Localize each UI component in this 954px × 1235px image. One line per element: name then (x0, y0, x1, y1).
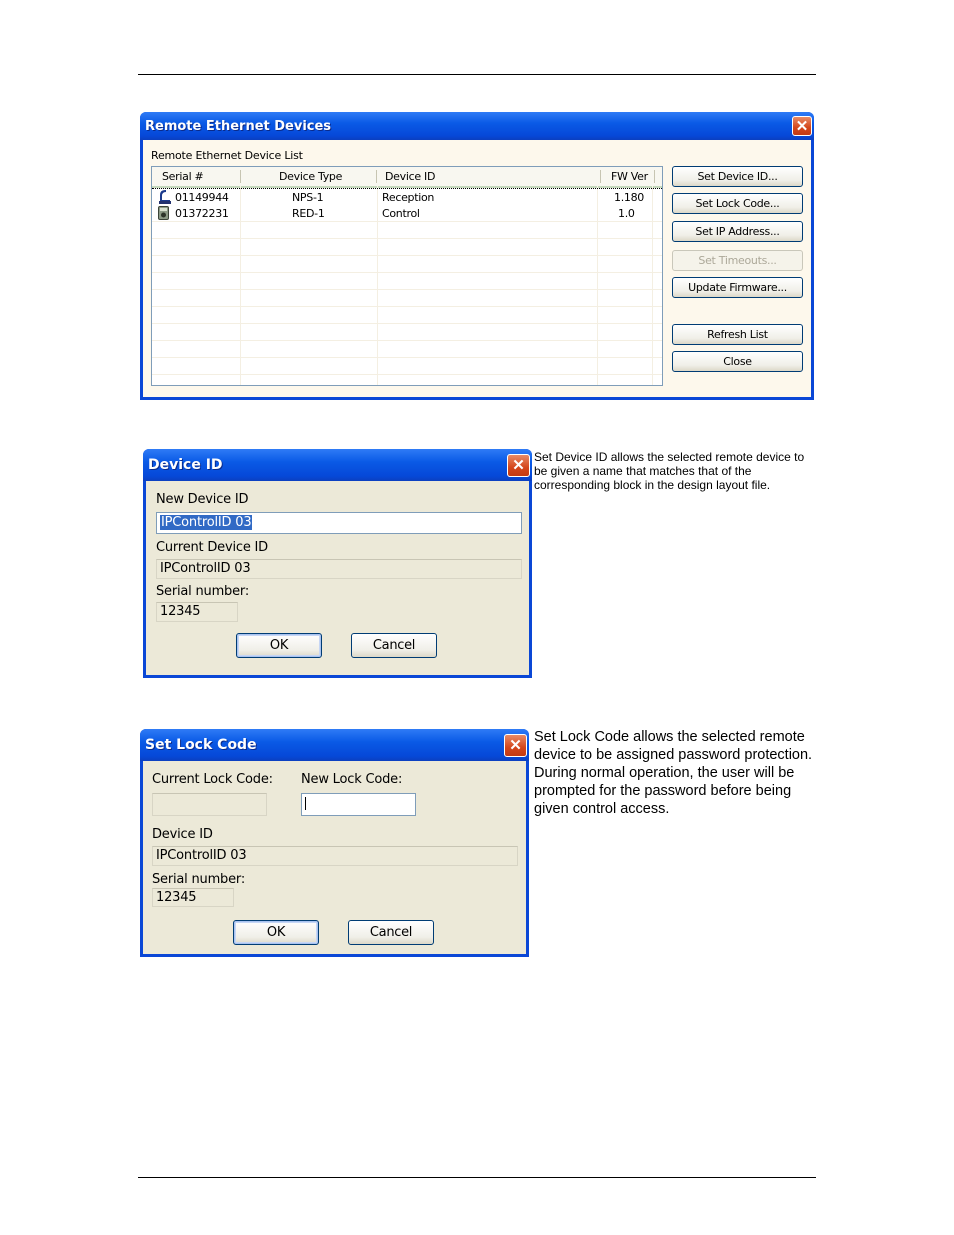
serial-number-label: Serial number: (156, 584, 250, 599)
cell-device-type: NPS-1 (292, 191, 324, 204)
column-header-device-id[interactable]: Device ID (385, 170, 435, 183)
device-list-label: Remote Ethernet Device List (151, 149, 303, 162)
set-ip-address-button[interactable]: Set IP Address... (672, 221, 803, 242)
column-separator[interactable] (654, 170, 655, 183)
dialog-client: Current Lock Code: New Lock Code: Device… (143, 761, 526, 954)
cell-serial: 01149944 (175, 191, 229, 204)
lock-code-description: Set Lock Code allows the selected remote… (534, 729, 813, 817)
close-icon[interactable]: ✕ (504, 733, 527, 757)
ok-button[interactable]: OK (236, 633, 322, 658)
new-device-id-label: New Device ID (156, 492, 249, 507)
nps-device-icon (157, 189, 171, 204)
close-icon[interactable]: ✕ (792, 116, 812, 136)
table-row[interactable]: 01372231 RED-1 Control 1.0 (152, 205, 662, 222)
ok-button[interactable]: OK (233, 920, 319, 945)
grid-line (152, 272, 662, 273)
set-lock-code-dialog: Set Lock Code ✕ Current Lock Code: New L… (140, 729, 529, 957)
column-header-fw-ver[interactable]: FW Ver (611, 170, 648, 183)
update-firmware-button[interactable]: Update Firmware... (672, 277, 803, 298)
header-rule (138, 74, 816, 75)
grid-line (152, 323, 662, 324)
set-timeouts-button: Set Timeouts... (672, 250, 803, 271)
set-lock-code-button[interactable]: Set Lock Code... (672, 193, 803, 214)
device-id-dialog: Device ID ✕ New Device ID IPControlID 03… (143, 449, 532, 678)
set-device-id-button[interactable]: Set Device ID... (672, 166, 803, 187)
cancel-button[interactable]: Cancel (348, 920, 434, 945)
list-header: Serial # Device Type Device ID FW Ver (152, 167, 662, 188)
cell-device-type: RED-1 (292, 207, 325, 220)
new-lock-code-input[interactable] (301, 793, 416, 816)
serial-number-field: 12345 (152, 888, 234, 907)
grid-line (152, 374, 662, 375)
close-icon[interactable]: ✕ (507, 453, 530, 477)
column-header-serial[interactable]: Serial # (162, 170, 204, 183)
selected-text: IPControlID 03 (160, 515, 253, 530)
new-device-id-input[interactable]: IPControlID 03 (156, 512, 522, 534)
serial-number-field: 12345 (156, 602, 238, 622)
grid-line (152, 289, 662, 290)
cell-fw-ver: 1.0 (618, 207, 635, 220)
device-id-label: Device ID (152, 827, 213, 842)
current-device-id-field: IPControlID 03 (156, 559, 522, 579)
grid-line (152, 306, 662, 307)
device-id-field: IPControlID 03 (152, 846, 518, 866)
dialog-client: New Device ID IPControlID 03 Current Dev… (146, 481, 529, 675)
current-lock-code-label: Current Lock Code: (152, 772, 273, 787)
title-bar: Set Lock Code ✕ (140, 729, 529, 761)
grid-line (152, 357, 662, 358)
window-client: Remote Ethernet Device List Serial # Dev… (143, 140, 811, 397)
serial-number-label: Serial number: (152, 872, 246, 887)
column-separator[interactable] (376, 170, 377, 183)
current-device-id-label: Current Device ID (156, 540, 268, 555)
remote-ethernet-devices-window: Remote Ethernet Devices ✕ Remote Etherne… (140, 112, 814, 400)
dialog-title: Device ID (148, 457, 223, 473)
device-id-description: Set Device ID allows the selected remote… (534, 450, 805, 492)
new-lock-code-label: New Lock Code: (301, 772, 403, 787)
window-title: Remote Ethernet Devices (145, 118, 332, 134)
current-lock-code-field (152, 793, 267, 816)
close-button[interactable]: Close (672, 351, 803, 372)
cancel-button[interactable]: Cancel (351, 633, 437, 658)
table-row[interactable]: 01149944 NPS-1 Reception 1.180 (152, 188, 662, 206)
footer-rule (138, 1177, 816, 1178)
cell-serial: 01372231 (175, 207, 229, 220)
title-bar: Device ID ✕ (143, 449, 532, 481)
title-bar: Remote Ethernet Devices ✕ (140, 112, 814, 140)
red-remote-icon (158, 206, 169, 220)
cell-device-id: Reception (382, 191, 435, 204)
refresh-list-button[interactable]: Refresh List (672, 324, 803, 345)
grid-line (152, 340, 662, 341)
text-cursor (305, 797, 306, 810)
column-separator[interactable] (240, 170, 241, 183)
dialog-title: Set Lock Code (145, 737, 257, 753)
grid-line (152, 255, 662, 256)
column-header-device-type[interactable]: Device Type (279, 170, 342, 183)
column-separator[interactable] (600, 170, 601, 183)
cell-fw-ver: 1.180 (614, 191, 644, 204)
device-list[interactable]: Serial # Device Type Device ID FW Ver 01… (151, 166, 663, 386)
grid-line (152, 238, 662, 239)
cell-device-id: Control (382, 207, 420, 220)
